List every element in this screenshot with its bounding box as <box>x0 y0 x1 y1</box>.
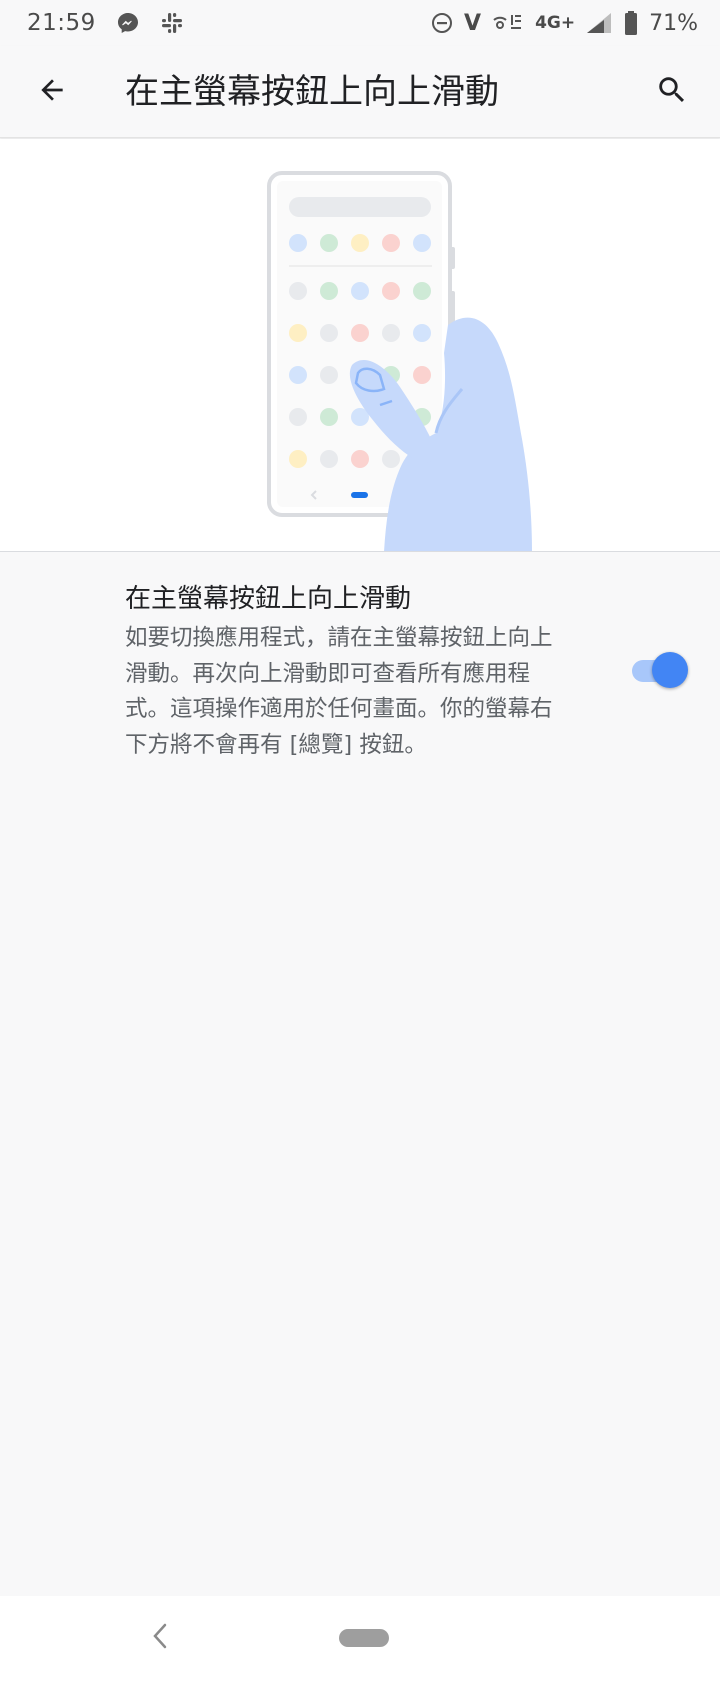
system-nav-bar <box>0 1596 720 1681</box>
slack-icon <box>160 11 184 35</box>
swipe-up-setting[interactable]: 在主螢幕按鈕上向上滑動 如要切換應用程式，請在主螢幕按鈕上向上滑動。再次向上滑動… <box>0 553 720 763</box>
back-button[interactable] <box>26 66 78 118</box>
nav-back-icon <box>150 1621 170 1655</box>
nav-home-pill[interactable] <box>339 1629 389 1647</box>
search-button[interactable] <box>646 66 698 118</box>
volte-icon: V <box>464 10 482 36</box>
messenger-icon <box>116 11 140 35</box>
battery-percent: 71% <box>649 10 698 36</box>
app-bar: 在主螢幕按鈕上向上滑動 <box>0 46 720 138</box>
gesture-illustration <box>0 139 720 552</box>
page-title: 在主螢幕按鈕上向上滑動 <box>125 72 499 112</box>
status-time: 21:59 <box>27 10 96 36</box>
battery-icon <box>623 10 639 36</box>
phone-hand-illustration <box>267 171 532 551</box>
toggle-thumb <box>652 652 688 688</box>
nav-back-button[interactable] <box>140 1614 180 1662</box>
screen: 21:59 V 4G+ 71% 在主螢幕按鈕上向上滑動 在主螢幕按鈕上向上滑動 … <box>0 0 720 1681</box>
setting-summary: 如要切換應用程式，請在主螢幕按鈕上向上滑動。再次向上滑動即可查看所有應用程式。這… <box>125 625 553 758</box>
status-bar: 21:59 V 4G+ 71% <box>0 0 720 46</box>
setting-title: 在主螢幕按鈕上向上滑動 <box>125 584 412 614</box>
network-type: 4G+ <box>535 13 576 33</box>
search-icon <box>655 73 689 111</box>
signal-icon <box>585 11 613 35</box>
arrow-back-icon <box>36 74 68 110</box>
do-not-disturb-icon <box>430 11 454 35</box>
wifi-calling-icon <box>491 11 525 35</box>
swipe-up-toggle[interactable] <box>630 651 690 691</box>
